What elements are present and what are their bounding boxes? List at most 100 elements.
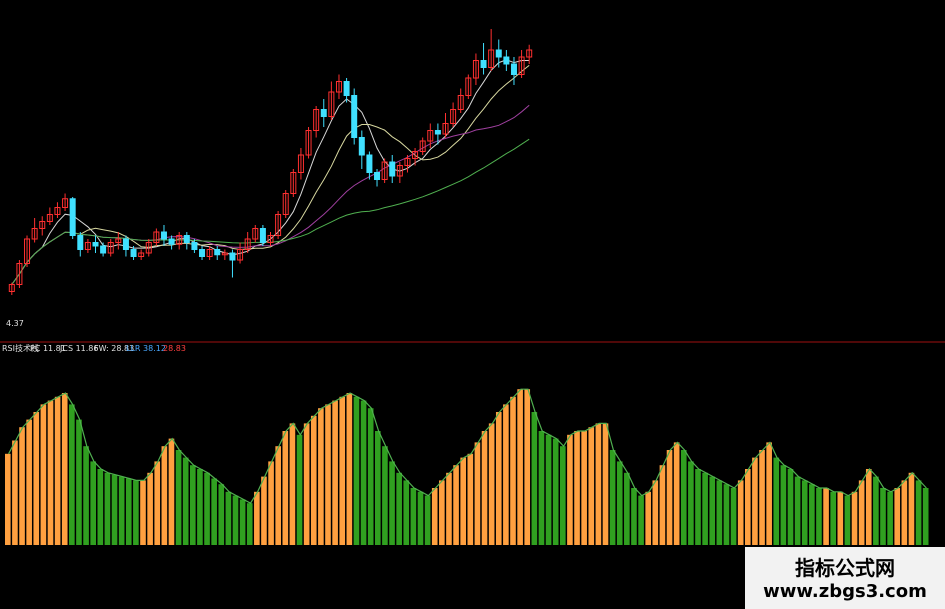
candle-body xyxy=(191,242,198,250)
indicator-bar xyxy=(887,491,893,545)
candle-body xyxy=(510,63,517,75)
candle-body xyxy=(480,60,487,68)
indicator-bar xyxy=(574,431,580,545)
indicator-bar xyxy=(104,472,111,545)
indicator-bar xyxy=(54,396,61,545)
indicator-bar xyxy=(118,476,125,545)
indicator-bar xyxy=(33,412,40,545)
indicator-bar xyxy=(175,450,182,545)
indicator-bar xyxy=(261,476,267,545)
indicator-bar xyxy=(560,446,566,545)
indicator-bar xyxy=(816,488,822,545)
indicator-bar xyxy=(624,472,630,545)
indicator-bar xyxy=(495,412,502,545)
indicator-bar xyxy=(90,461,96,545)
indicator-bar xyxy=(182,457,189,545)
indicator-bar xyxy=(602,423,609,545)
indicator-bar xyxy=(431,488,438,545)
indicator-bar xyxy=(12,440,18,545)
indicator-bar xyxy=(545,434,552,545)
indicator-bar xyxy=(894,488,901,545)
candle-body xyxy=(343,81,350,96)
indicator-bar xyxy=(616,461,623,545)
indicator-bar xyxy=(439,480,445,545)
indicator-bar xyxy=(453,465,459,545)
indicator-bar xyxy=(467,453,474,545)
indicator-bar xyxy=(873,476,879,545)
indicator-bar xyxy=(218,484,225,545)
watermark-title: 指标公式网 xyxy=(795,556,895,580)
indicator-bar xyxy=(289,423,296,545)
indicator-bar xyxy=(688,461,694,545)
indicator-bar xyxy=(424,495,431,545)
candle-body xyxy=(160,231,167,240)
indicator-bar xyxy=(204,472,210,545)
indicator-bar xyxy=(631,488,637,545)
indicator-bar xyxy=(403,480,410,545)
indicator-bar xyxy=(673,442,680,545)
candle-body xyxy=(366,154,373,173)
stock-chart: 4.37 RSI技术线 PC 11.81 JCS 11.86 FW: 28.83… xyxy=(0,29,945,545)
indicator-bar xyxy=(190,465,196,545)
candle-body xyxy=(374,172,381,180)
candle-body xyxy=(92,242,99,247)
indicator-bar xyxy=(339,396,346,545)
indicator-bar xyxy=(645,491,651,545)
indicator-bar xyxy=(915,480,922,545)
indicator-bar xyxy=(417,491,424,545)
indicator-bar xyxy=(752,457,758,545)
indicator-bar xyxy=(865,469,872,545)
candle-body xyxy=(358,137,365,156)
indicator-bar xyxy=(609,450,616,545)
indicator-bar xyxy=(168,438,175,545)
indicator-bar xyxy=(97,469,104,545)
indicator-bar xyxy=(133,480,139,545)
candle-body xyxy=(320,109,327,117)
indicator-bar xyxy=(773,457,780,545)
indicator-bar xyxy=(275,446,281,545)
candle-body xyxy=(434,130,441,135)
indicator-bar xyxy=(396,472,402,545)
indicator-bar xyxy=(567,434,573,545)
indicator-bar xyxy=(737,480,744,545)
indicator-bar xyxy=(360,400,367,545)
indicator-bar xyxy=(702,472,708,545)
indicator-bar xyxy=(382,446,388,545)
indicator-bar xyxy=(19,427,25,545)
price-marker: 4.37 xyxy=(6,319,24,328)
ma5-line xyxy=(11,59,530,285)
indicator-bar xyxy=(367,408,374,545)
indicator-bar xyxy=(325,404,331,545)
indicator-bar xyxy=(517,389,523,545)
indicator-bar xyxy=(310,415,317,545)
indicator-bar xyxy=(908,472,915,545)
indicator-bar xyxy=(780,465,787,545)
indicator-bar xyxy=(47,400,54,545)
indicator-bar xyxy=(5,453,11,545)
price-panel xyxy=(8,29,533,295)
candle-body xyxy=(130,249,137,257)
legend-llr: LLR 38.12 xyxy=(126,344,166,353)
indicator-bar xyxy=(154,461,161,545)
indicator-bar xyxy=(581,431,587,545)
indicator-bar xyxy=(723,484,730,545)
indicator-bar xyxy=(61,393,68,545)
indicator-bar xyxy=(375,431,381,545)
candle-body xyxy=(351,95,358,138)
indicator-bar xyxy=(787,469,794,545)
indicator-bar xyxy=(809,484,815,545)
indicator-bar xyxy=(389,461,395,545)
indicator-bar xyxy=(488,423,495,545)
candle-body xyxy=(168,238,175,245)
indicator-bar xyxy=(759,450,765,545)
indicator-bar xyxy=(332,400,338,545)
indicator-bar xyxy=(659,465,666,545)
indicator-bar xyxy=(246,503,253,545)
indicator-bar xyxy=(531,412,538,545)
indicator-bar xyxy=(481,431,488,545)
candle-body xyxy=(389,161,396,177)
indicator-bar xyxy=(83,446,89,545)
indicator-bar xyxy=(26,419,32,545)
indicator-bar xyxy=(140,480,146,545)
indicator-legend: RSI技术线 PC 11.81 JCS 11.86 FW: 28.83 LLR … xyxy=(2,343,186,353)
